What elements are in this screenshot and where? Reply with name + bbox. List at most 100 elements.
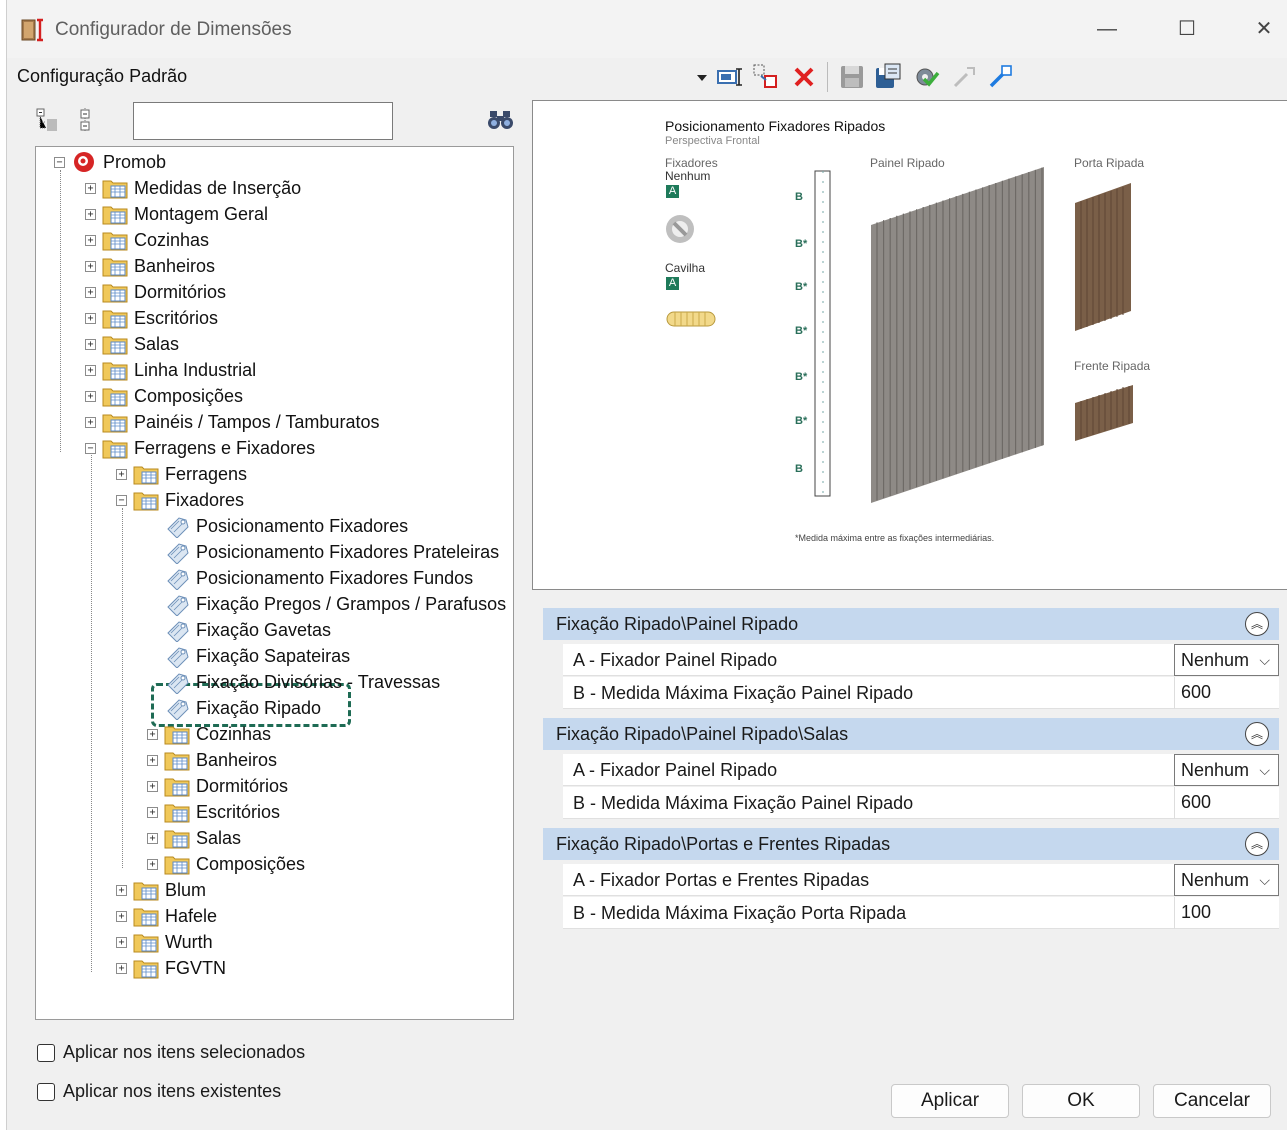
title-bar: Configurador de Dimensões — ☐ ✕ (7, 0, 1287, 58)
tree-item[interactable]: + Banheiros (85, 253, 215, 279)
expand-all-icon[interactable] (77, 106, 105, 134)
expand-icon[interactable]: + (147, 754, 158, 766)
section-header[interactable]: Fixação Ripado\Portas e Frentes Ripadas ︽ (543, 828, 1279, 860)
property-row: B - Medida Máxima Fixação Painel Ripado 6… (563, 677, 1279, 709)
tree-item[interactable]: + Blum (116, 877, 206, 903)
tree-item[interactable]: + Escritórios (147, 799, 280, 825)
tree-item[interactable]: + Salas (147, 825, 241, 851)
expand-icon[interactable]: + (85, 338, 96, 350)
apply-existing-checkbox[interactable] (37, 1082, 55, 1101)
tree-item[interactable]: + Linha Industrial (85, 357, 256, 383)
tree-item[interactable]: Fixação Sapateiras (147, 643, 350, 669)
collapse-section-icon[interactable]: ︽ (1245, 612, 1269, 636)
tree-item[interactable]: + Composições (85, 383, 243, 409)
tree-item[interactable]: + Composições (147, 851, 305, 877)
cancel-button[interactable]: Cancelar (1153, 1084, 1271, 1118)
expand-icon[interactable]: + (116, 884, 127, 896)
import-icon[interactable] (949, 62, 979, 92)
property-value-input[interactable]: 600 (1174, 787, 1279, 819)
expand-icon[interactable]: + (85, 390, 96, 402)
apply-settings-icon[interactable] (911, 62, 941, 92)
save-icon[interactable] (837, 62, 867, 92)
collapse-all-icon[interactable] (35, 106, 63, 134)
tree-item[interactable]: + Dormitórios (85, 279, 226, 305)
tree-item[interactable]: Fixação Pregos / Grampos / Parafusos (147, 591, 506, 617)
folder-icon (164, 804, 190, 823)
tree-item[interactable]: Fixação Gavetas (147, 617, 331, 643)
expand-icon[interactable]: + (116, 962, 127, 974)
tree-item[interactable]: Posicionamento Fixadores (147, 513, 408, 539)
export-icon[interactable] (985, 62, 1015, 92)
apply-button[interactable]: Aplicar (891, 1084, 1009, 1118)
tree-item-label: Fixação Divisórias - Travessas (196, 671, 441, 692)
chevron-down-icon: ⌵ (1259, 652, 1270, 668)
section-header[interactable]: Fixação Ripado\Painel Ripado\Salas ︽ (543, 718, 1279, 750)
tree-item[interactable]: Fixação Ripado (147, 695, 321, 721)
expand-icon[interactable]: + (85, 234, 96, 246)
expand-icon[interactable]: + (147, 780, 158, 792)
tree-item[interactable]: Posicionamento Fixadores Fundos (147, 565, 473, 591)
collapse-icon[interactable]: − (54, 156, 65, 168)
property-select[interactable]: Nenhum ⌵ (1174, 864, 1279, 896)
expand-icon[interactable]: + (116, 936, 127, 948)
close-button[interactable]: ✕ (1244, 14, 1284, 44)
copy-config-icon[interactable] (751, 62, 781, 92)
expand-icon[interactable]: + (85, 312, 96, 324)
apply-selected-checkbox-row[interactable]: Aplicar nos itens selecionados (37, 1042, 305, 1063)
tree-item[interactable]: − Ferragens e Fixadores (85, 435, 315, 461)
property-value-input[interactable]: 100 (1174, 897, 1279, 929)
expand-icon[interactable]: + (147, 858, 158, 870)
tree-search-input[interactable] (133, 102, 393, 140)
expand-icon[interactable]: + (85, 208, 96, 220)
chevron-down-icon: ⌵ (1259, 762, 1270, 778)
property-select[interactable]: Nenhum ⌵ (1174, 644, 1279, 676)
apply-selected-checkbox[interactable] (37, 1043, 55, 1062)
tree-item[interactable]: + Montagem Geral (85, 201, 268, 227)
save-as-icon[interactable] (873, 62, 903, 92)
tree-item[interactable]: + Banheiros (147, 747, 277, 773)
tree-item[interactable]: + Painéis / Tampos / Tamburatos (85, 409, 379, 435)
expand-icon[interactable]: + (85, 182, 96, 194)
expand-icon[interactable]: + (116, 468, 127, 480)
tree-item-label: Painéis / Tampos / Tamburatos (134, 411, 380, 432)
tree-item[interactable]: + Hafele (116, 903, 217, 929)
tree-item[interactable]: + Medidas de Inserção (85, 175, 301, 201)
tree-item[interactable]: + Ferragens (116, 461, 247, 487)
tree-item[interactable]: − Promob (54, 149, 166, 175)
collapse-icon[interactable]: − (116, 494, 127, 506)
tree-item[interactable]: Fixação Divisórias - Travessas (147, 669, 440, 695)
tree-item[interactable]: + Escritórios (85, 305, 218, 331)
expand-icon[interactable]: + (147, 806, 158, 818)
ok-button[interactable]: OK (1022, 1084, 1140, 1118)
expand-icon[interactable]: + (85, 364, 96, 376)
tree-item-label: Medidas de Inserção (134, 177, 302, 198)
expand-icon[interactable]: + (85, 286, 96, 298)
section-header[interactable]: Fixação Ripado\Painel Ripado ︽ (543, 608, 1279, 640)
tree-item[interactable]: + Dormitórios (147, 773, 288, 799)
tree-item[interactable]: + FGVTN (116, 955, 226, 981)
binoculars-icon[interactable] (487, 108, 515, 132)
collapse-section-icon[interactable]: ︽ (1245, 722, 1269, 746)
minimize-button[interactable]: — (1087, 14, 1127, 44)
promob-icon (74, 152, 94, 172)
tree-item[interactable]: − Fixadores (116, 487, 244, 513)
tree-item[interactable]: + Cozinhas (85, 227, 209, 253)
tree-item[interactable]: + Salas (85, 331, 179, 357)
maximize-button[interactable]: ☐ (1167, 14, 1207, 44)
tree-item[interactable]: + Wurth (116, 929, 213, 955)
expand-icon[interactable]: + (85, 416, 96, 428)
expand-icon[interactable]: + (116, 910, 127, 922)
tree-item[interactable]: + Cozinhas (147, 721, 271, 747)
collapse-icon[interactable]: − (85, 442, 96, 454)
rename-icon[interactable] (715, 62, 745, 92)
delete-icon[interactable] (789, 62, 819, 92)
property-value-input[interactable]: 600 (1174, 677, 1279, 709)
expand-icon[interactable]: + (147, 728, 158, 740)
collapse-section-icon[interactable]: ︽ (1245, 832, 1269, 856)
tree-item[interactable]: Posicionamento Fixadores Prateleiras (147, 539, 499, 565)
frente-ripada-image (1075, 385, 1133, 441)
property-select[interactable]: Nenhum ⌵ (1174, 754, 1279, 786)
apply-existing-checkbox-row[interactable]: Aplicar nos itens existentes (37, 1081, 281, 1102)
expand-icon[interactable]: + (85, 260, 96, 272)
expand-icon[interactable]: + (147, 832, 158, 844)
